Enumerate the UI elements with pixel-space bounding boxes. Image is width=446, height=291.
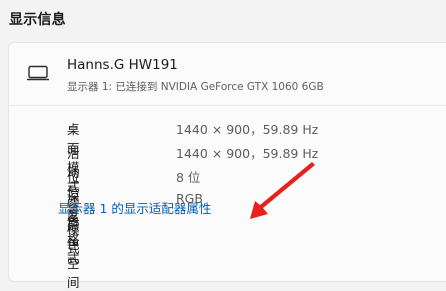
detail-value: 8 位 [176,170,201,185]
monitor-name: Hanns.G HW191 [67,57,178,73]
detail-label: 颜色空间 [67,218,80,290]
detail-value: 1440 × 900，59.89 Hz [176,122,319,137]
monitor-header: Hanns.G HW191 显示器 1: 已连接到 NVIDIA GeForce… [9,43,446,106]
monitor-connection-info: 显示器 1: 已连接到 NVIDIA GeForce GTX 1060 6GB [67,81,324,93]
display-info-card: Hanns.G HW191 显示器 1: 已连接到 NVIDIA GeForce… [8,42,446,290]
monitor-icon [27,65,49,81]
section-title: 显示信息 [9,12,66,28]
adapter-properties-link[interactable]: 显示器 1 的显示适配器属性 [58,198,211,217]
detail-value: 1440 × 900，59.89 Hz [176,146,319,161]
